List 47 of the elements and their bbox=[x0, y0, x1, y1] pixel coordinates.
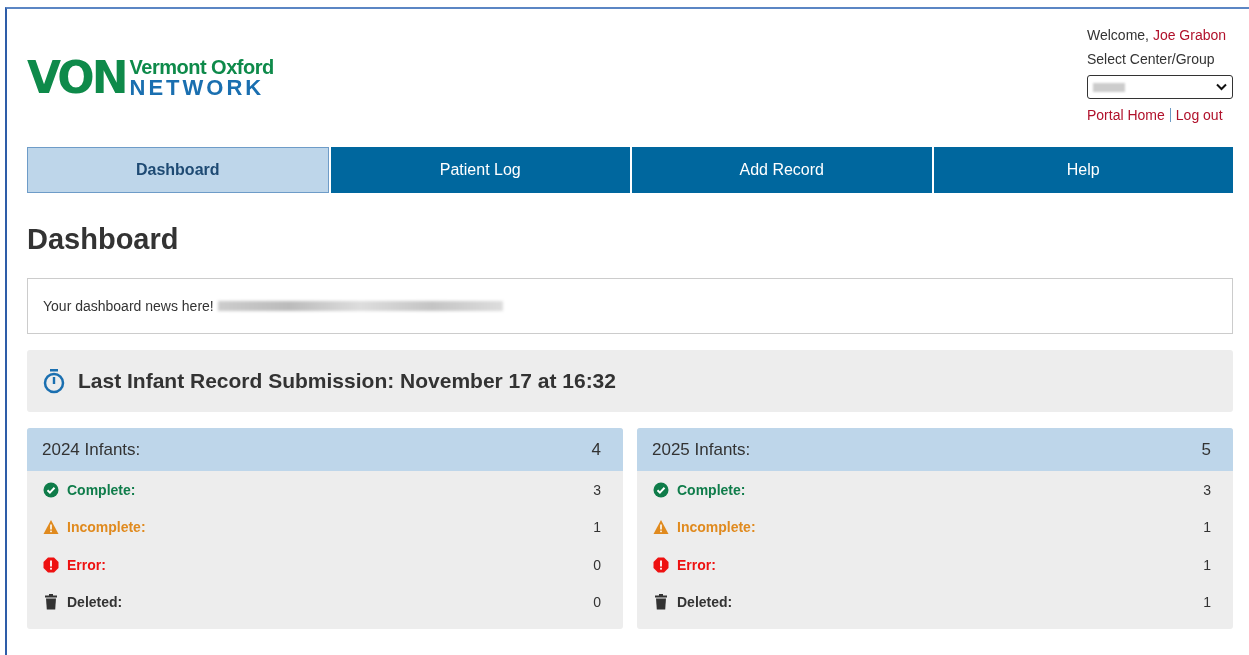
chevron-down-icon bbox=[1216, 83, 1227, 91]
trash-icon bbox=[653, 594, 669, 611]
check-circle-icon bbox=[43, 481, 59, 498]
status-count: 1 bbox=[593, 519, 601, 536]
logo-text: Vermont Oxford bbox=[129, 57, 274, 77]
trash-icon bbox=[43, 594, 59, 611]
logo-mark: VON bbox=[27, 56, 126, 100]
status-count: 1 bbox=[1203, 594, 1211, 611]
status-label: Complete: bbox=[677, 481, 746, 498]
logo-text: NETWORK bbox=[129, 77, 266, 99]
status-count: 1 bbox=[1203, 556, 1211, 573]
status-count: 1 bbox=[1203, 519, 1211, 536]
error-icon bbox=[653, 556, 669, 573]
nav-tab[interactable]: Add Record bbox=[632, 147, 932, 193]
header-link[interactable]: Portal Home bbox=[1087, 107, 1165, 123]
status-count: 0 bbox=[593, 594, 601, 611]
select-label: Select Center/Group bbox=[1087, 51, 1215, 67]
card-title: 2025 Infants: bbox=[652, 439, 751, 460]
status-count: 0 bbox=[593, 556, 601, 573]
status-count: 3 bbox=[1203, 481, 1211, 498]
status-label: Incomplete: bbox=[67, 519, 146, 536]
submission-text: Last Infant Record Submission: November 17 at 16:32 bbox=[78, 369, 616, 393]
status-count: 3 bbox=[593, 481, 601, 498]
nav-tab[interactable]: Dashboard bbox=[27, 147, 329, 193]
status-label: Deleted: bbox=[67, 594, 123, 611]
warning-icon bbox=[653, 519, 669, 536]
center-select[interactable] bbox=[1087, 75, 1233, 99]
user-name-link[interactable]: Joe Grabon bbox=[1152, 27, 1227, 43]
status-label: Incomplete: bbox=[677, 519, 756, 536]
error-icon bbox=[43, 556, 59, 573]
page-title: Dashboard bbox=[27, 223, 180, 256]
nav-tab[interactable]: Patient Log bbox=[330, 147, 630, 193]
status-label: Error: bbox=[67, 556, 106, 573]
news-text: Your dashboard news here! bbox=[43, 298, 214, 314]
header-link[interactable]: Log out bbox=[1175, 107, 1223, 123]
warning-icon bbox=[43, 519, 59, 536]
card-total: 5 bbox=[1201, 439, 1211, 460]
status-label: Deleted: bbox=[677, 594, 733, 611]
card-total: 4 bbox=[591, 439, 601, 460]
welcome-text: Welcome, bbox=[1087, 27, 1149, 43]
nav-tab[interactable]: Help bbox=[933, 147, 1233, 193]
blurred-value bbox=[1093, 82, 1125, 92]
status-label: Complete: bbox=[67, 481, 136, 498]
check-circle-icon bbox=[653, 481, 669, 498]
stopwatch-icon bbox=[42, 368, 66, 394]
card-title: 2024 Infants: bbox=[42, 439, 141, 460]
status-label: Error: bbox=[677, 556, 716, 573]
